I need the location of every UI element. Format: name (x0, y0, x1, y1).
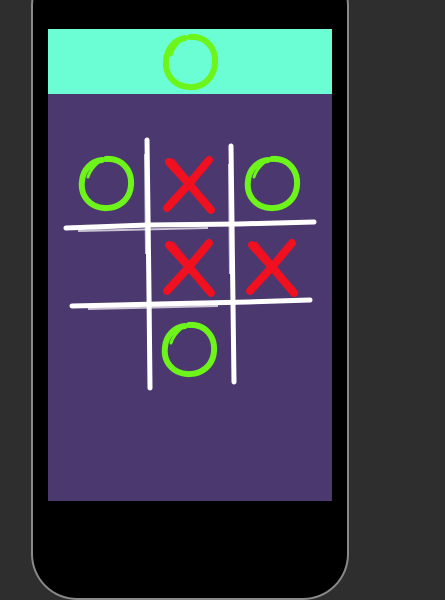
cell-0-0[interactable] (68, 146, 144, 222)
cell-1-0[interactable] (68, 229, 144, 305)
turn-circle-icon (162, 33, 219, 91)
game-screen (48, 29, 332, 501)
game-board (58, 134, 322, 404)
cell-0-1[interactable] (151, 146, 227, 222)
x-mark-icon (246, 239, 298, 297)
x-mark-icon (163, 156, 215, 214)
turn-indicator-bar (48, 29, 332, 94)
cell-2-1[interactable] (151, 312, 227, 388)
cell-2-2[interactable] (234, 312, 310, 388)
cell-2-0[interactable] (68, 312, 144, 388)
x-mark-icon (163, 239, 215, 297)
o-mark-icon (244, 155, 301, 212)
cell-1-2[interactable] (234, 229, 310, 305)
cell-0-2[interactable] (234, 146, 310, 222)
o-mark-icon (78, 155, 135, 212)
cell-1-1[interactable] (151, 229, 227, 305)
o-mark-icon (161, 321, 218, 378)
